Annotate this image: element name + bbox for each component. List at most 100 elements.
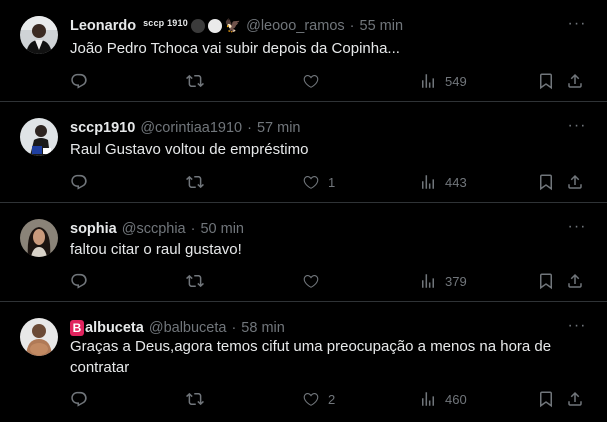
views-icon (419, 272, 437, 290)
share-icon (566, 272, 584, 290)
user-handle[interactable]: @balbuceta (149, 320, 227, 336)
reply-icon (70, 173, 88, 191)
views-button[interactable]: 549 (419, 72, 467, 90)
post-text: Graças a Deus,agora temos cifut uma preo… (70, 338, 552, 376)
white-circle-icon (207, 19, 222, 33)
display-name[interactable]: sccp1910 (70, 120, 135, 136)
user-handle[interactable]: @corintiaa1910 (140, 120, 242, 136)
reply-icon (70, 390, 88, 408)
post-actions: 379 (70, 271, 589, 291)
bookmark-button[interactable] (537, 173, 555, 191)
post-header: sophia @sccphia · 50 min (70, 219, 567, 239)
sccp-badge-text: sccp 1910 (143, 18, 188, 28)
post[interactable]: sccp1910 @corintiaa1910 · 57 min ··· Rau… (0, 102, 607, 203)
like-count: 2 (328, 391, 336, 407)
post-header: sccp1910 @corintiaa1910 · 57 min (70, 118, 567, 138)
like-button[interactable] (302, 272, 328, 290)
display-name[interactable]: Leonardo (70, 18, 136, 34)
bookmark-button[interactable] (537, 72, 555, 90)
share-button[interactable] (566, 72, 584, 90)
views-icon (419, 72, 437, 90)
post-time[interactable]: 57 min (257, 120, 301, 136)
repost-button[interactable] (186, 72, 204, 90)
post-time[interactable]: 50 min (200, 221, 244, 237)
like-icon (302, 72, 320, 90)
views-button[interactable]: 379 (419, 272, 467, 290)
avatar[interactable] (20, 16, 58, 54)
repost-button[interactable] (186, 390, 204, 408)
share-button[interactable] (566, 390, 584, 408)
bookmark-button[interactable] (537, 390, 555, 408)
views-count: 379 (445, 273, 467, 289)
user-handle[interactable]: @leooo_ramos (246, 18, 345, 34)
post-header: Balbuceta @balbuceta · 58 min (70, 318, 567, 338)
bookmark-icon (537, 272, 555, 290)
reply-button[interactable] (70, 272, 88, 290)
avatar[interactable] (20, 318, 58, 356)
share-icon (566, 72, 584, 90)
like-icon (302, 390, 320, 408)
more-icon[interactable]: ··· (567, 316, 587, 336)
share-button[interactable] (566, 272, 584, 290)
repost-button[interactable] (186, 173, 204, 191)
views-button[interactable]: 443 (419, 173, 467, 191)
reply-icon (70, 272, 88, 290)
post[interactable]: sophia @sccphia · 50 min ··· faltou cita… (0, 203, 607, 302)
repost-button[interactable] (186, 272, 204, 290)
post[interactable]: Balbuceta @balbuceta · 58 min ··· Graças… (0, 302, 607, 422)
name-letter-badge: B (70, 320, 84, 336)
post-actions: 2 460 (70, 389, 589, 409)
separator-dot: · (247, 120, 252, 136)
views-count: 460 (445, 391, 467, 407)
views-button[interactable]: 460 (419, 390, 467, 408)
like-button[interactable] (302, 72, 328, 90)
bookmark-icon (537, 72, 555, 90)
share-button[interactable] (566, 173, 584, 191)
repost-icon (186, 272, 204, 290)
views-count: 443 (445, 174, 467, 190)
like-button[interactable]: 2 (302, 390, 335, 408)
like-count: 1 (328, 174, 336, 190)
post-text: João Pedro Tchoca vai subir depois da Co… (70, 40, 400, 57)
bookmark-button[interactable] (537, 272, 555, 290)
post-time[interactable]: 58 min (241, 320, 285, 336)
reply-button[interactable] (70, 72, 88, 90)
bookmark-icon (537, 173, 555, 191)
post-time[interactable]: 55 min (360, 18, 404, 34)
post[interactable]: Leonardo sccp 1910 🦅 @leooo_ramos · 55 m… (0, 0, 607, 102)
avatar[interactable] (20, 118, 58, 156)
post-text: Raul Gustavo voltou de empréstimo (70, 141, 309, 158)
post-actions: 549 (70, 71, 589, 91)
separator-dot: · (190, 221, 196, 237)
more-icon[interactable]: ··· (567, 217, 587, 237)
post-text: faltou citar o raul gustavo! (70, 241, 242, 258)
more-icon[interactable]: ··· (567, 14, 587, 34)
share-icon (566, 390, 584, 408)
like-button[interactable]: 1 (302, 173, 335, 191)
views-icon (419, 173, 437, 191)
display-name[interactable]: sophia (70, 221, 117, 237)
repost-icon (186, 72, 204, 90)
repost-icon (186, 173, 204, 191)
like-icon (302, 173, 320, 191)
reply-icon (70, 72, 88, 90)
separator-dot: · (231, 320, 237, 336)
reply-button[interactable] (70, 390, 88, 408)
black-circle-icon (190, 19, 205, 33)
eagle-icon: 🦅 (224, 18, 242, 33)
user-handle[interactable]: @sccphia (122, 221, 186, 237)
display-name-text: albuceta (85, 320, 144, 336)
bookmark-icon (537, 390, 555, 408)
like-icon (302, 272, 320, 290)
post-actions: 1 443 (70, 172, 589, 192)
views-count: 549 (445, 73, 467, 89)
views-icon (419, 390, 437, 408)
share-icon (566, 173, 584, 191)
more-icon[interactable]: ··· (567, 116, 587, 136)
display-name[interactable]: Balbuceta (70, 320, 144, 336)
avatar[interactable] (20, 219, 58, 257)
name-emoji-badges: sccp 1910 🦅 (143, 18, 241, 34)
separator-dot: · (349, 18, 355, 34)
reply-button[interactable] (70, 173, 88, 191)
repost-icon (186, 390, 204, 408)
